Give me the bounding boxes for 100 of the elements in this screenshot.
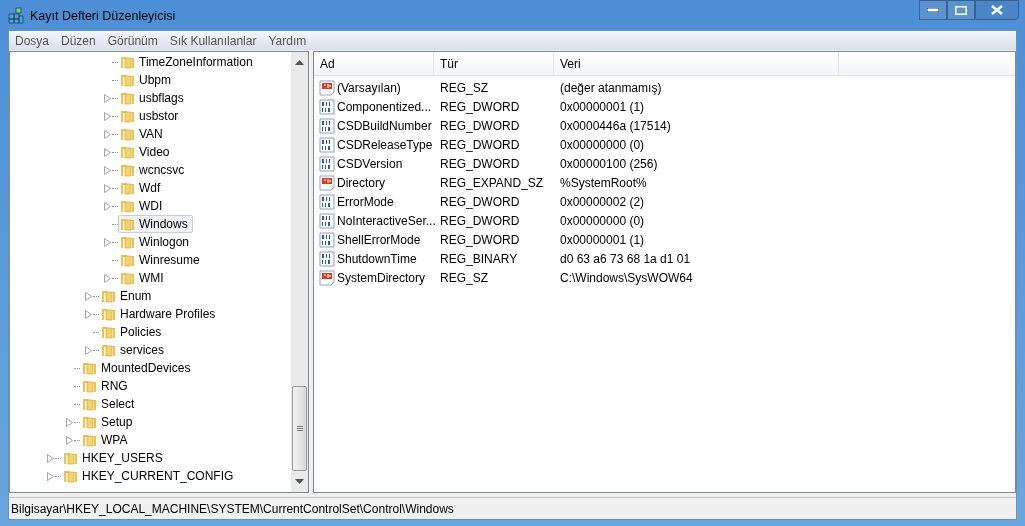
- expand-arrow-icon[interactable]: [84, 309, 93, 319]
- expand-arrow-icon[interactable]: [103, 273, 112, 283]
- folder-icon: [120, 234, 136, 250]
- table-cell-text: SystemDirectory: [337, 269, 425, 287]
- column-header[interactable]: Tür: [434, 52, 554, 75]
- folder-icon: [120, 126, 136, 142]
- tree-item[interactable]: Ubpm: [118, 71, 176, 89]
- table-cell-text: REG_DWORD: [439, 231, 521, 249]
- column-header[interactable]: Ad: [314, 52, 434, 75]
- binary-value-icon: [319, 212, 335, 229]
- column-header[interactable]: Veri: [554, 52, 839, 75]
- tree-item[interactable]: WMI: [118, 269, 169, 287]
- folder-icon: [63, 450, 79, 466]
- binary-value-icon: [319, 155, 335, 172]
- tree-item[interactable]: Winresume: [118, 251, 205, 269]
- tree-item[interactable]: Video: [118, 143, 175, 161]
- table-cell-text: C:\Windows\SysWOW64: [559, 269, 694, 287]
- expand-arrow-icon[interactable]: [46, 471, 55, 481]
- folder-icon: [120, 162, 136, 178]
- folder-icon: [120, 108, 136, 124]
- expand-arrow-icon[interactable]: [65, 435, 74, 445]
- maximize-icon: [955, 5, 967, 15]
- close-icon: [991, 5, 1003, 15]
- tree-item[interactable]: WDI: [118, 197, 168, 215]
- expand-arrow-icon[interactable]: [103, 165, 112, 175]
- expand-arrow-icon[interactable]: [103, 237, 112, 247]
- folder-icon: [82, 396, 98, 412]
- tree-item[interactable]: HKEY_CURRENT_CONFIG: [61, 467, 239, 485]
- table-cell-text: 0x00000001 (1): [559, 231, 646, 249]
- table-cell-text: ShellErrorMode: [337, 231, 421, 249]
- tree-item[interactable]: Winlogon: [118, 233, 195, 251]
- table-cell-text: ShutdownTime: [337, 250, 417, 268]
- folder-icon: [82, 360, 98, 376]
- menu-item[interactable]: Dosya: [9, 31, 55, 50]
- scroll-thumb[interactable]: [292, 386, 307, 471]
- tree-item[interactable]: Hardware Profiles: [99, 305, 221, 323]
- menu-item[interactable]: Yardım: [262, 31, 313, 50]
- expand-arrow-icon[interactable]: [84, 345, 93, 355]
- menu-item[interactable]: Düzen: [55, 31, 102, 50]
- expand-arrow-icon[interactable]: [103, 201, 112, 211]
- expand-arrow-icon[interactable]: [103, 147, 112, 157]
- folder-icon: [82, 414, 98, 430]
- tree-item[interactable]: WPA: [80, 431, 133, 449]
- expand-arrow-icon[interactable]: [103, 183, 112, 193]
- tree-item[interactable]: Windows: [118, 215, 193, 233]
- minimize-button[interactable]: [919, 0, 947, 20]
- scroll-down-icon[interactable]: [295, 479, 304, 484]
- table-cell-text: REG_BINARY: [439, 250, 519, 268]
- scrollbar[interactable]: [291, 52, 308, 492]
- table-cell-text: REG_SZ: [439, 269, 489, 287]
- folder-icon: [120, 198, 136, 214]
- tree-item[interactable]: services: [99, 341, 169, 359]
- tree-item[interactable]: Policies: [99, 323, 167, 341]
- tree-item[interactable]: wcncsvc: [118, 161, 190, 179]
- maximize-button[interactable]: [947, 0, 975, 20]
- tree-item[interactable]: Enum: [99, 287, 157, 305]
- table-cell-text: 0x00000000 (0): [559, 212, 646, 230]
- expand-arrow-icon[interactable]: [103, 111, 112, 121]
- scroll-up-icon[interactable]: [295, 60, 304, 65]
- tree-item[interactable]: usbstor: [118, 107, 184, 125]
- tree-item[interactable]: RNG: [80, 377, 133, 395]
- table-cell-text: CSDBuildNumber: [337, 117, 432, 135]
- expand-arrow-icon[interactable]: [84, 291, 93, 301]
- window-title: Kayıt Defteri Düzenleyicisi: [30, 8, 176, 25]
- binary-value-icon: [319, 98, 335, 115]
- folder-icon: [82, 432, 98, 448]
- table-cell-text: REG_DWORD: [439, 117, 521, 135]
- menu-item[interactable]: Görünüm: [101, 31, 164, 50]
- binary-value-icon: [319, 231, 335, 248]
- table-cell-text: ErrorMode: [337, 193, 394, 211]
- table-cell-text: 0x0000446a (17514): [559, 117, 672, 135]
- tree-item[interactable]: Wdf: [118, 179, 166, 197]
- table-cell-text: REG_DWORD: [439, 136, 521, 154]
- expand-arrow-icon[interactable]: [46, 453, 55, 463]
- close-button[interactable]: [975, 0, 1019, 20]
- folder-icon: [82, 378, 98, 394]
- table-cell-text: CSDReleaseType: [337, 136, 433, 154]
- string-value-icon: [319, 174, 335, 191]
- expand-arrow-icon[interactable]: [103, 93, 112, 103]
- table-cell-text: d0 63 a6 73 68 1a d1 01: [559, 250, 692, 268]
- folder-icon: [120, 90, 136, 106]
- binary-value-icon: [319, 193, 335, 210]
- tree-item[interactable]: HKEY_USERS: [61, 449, 168, 467]
- folder-icon: [120, 252, 136, 268]
- folder-icon: [120, 72, 136, 88]
- tree-item[interactable]: VAN: [118, 125, 168, 143]
- folder-icon: [120, 270, 136, 286]
- status-path-text: Bilgisayar\HKEY_LOCAL_MACHINE\SYSTEM\CurrentControlSet\Control\Windows: [10, 500, 454, 518]
- tree-item[interactable]: TimeZoneInformation: [118, 53, 258, 71]
- tree-item[interactable]: Setup: [80, 413, 138, 431]
- folder-icon: [63, 468, 79, 484]
- table-cell-text: Componentized...: [337, 98, 432, 116]
- table-cell-text: REG_DWORD: [439, 155, 521, 173]
- menu-item[interactable]: Sık Kullanılanlar: [163, 31, 263, 50]
- expand-arrow-icon[interactable]: [65, 417, 74, 427]
- string-value-icon: [319, 79, 335, 96]
- tree-item[interactable]: Select: [80, 395, 140, 413]
- tree-item[interactable]: usbflags: [118, 89, 189, 107]
- expand-arrow-icon[interactable]: [103, 129, 112, 139]
- tree-item[interactable]: MountedDevices: [80, 359, 196, 377]
